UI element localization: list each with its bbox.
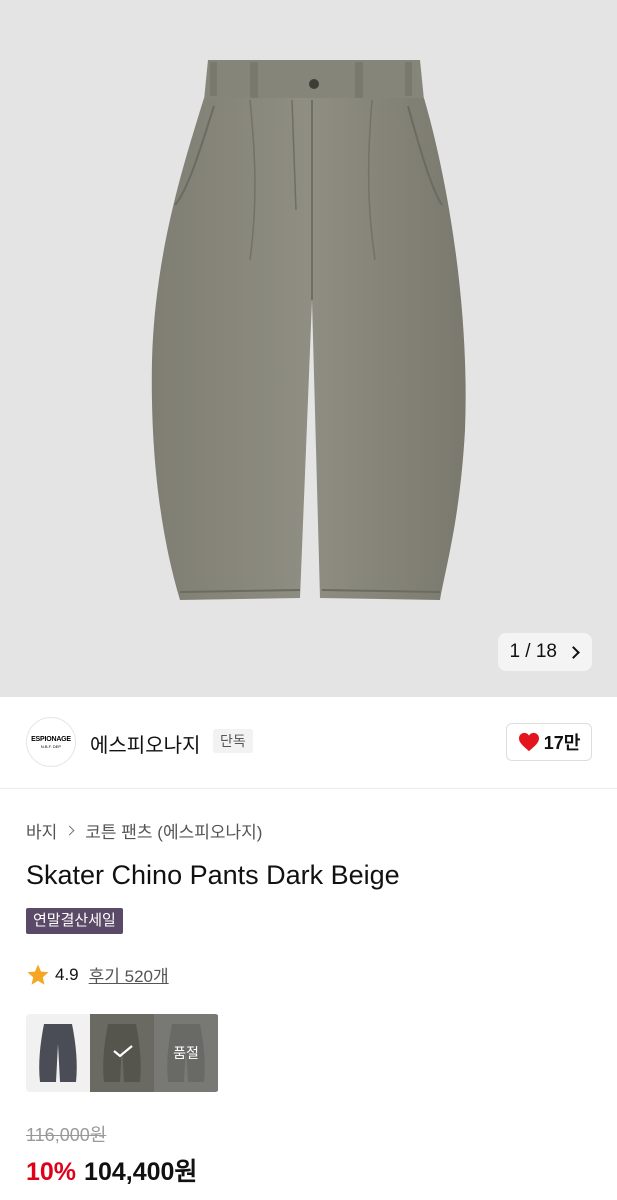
like-button[interactable]: 17만 bbox=[506, 723, 592, 761]
sale-price-row: 10% 104,400원 bbox=[26, 1152, 197, 1188]
product-image bbox=[151, 60, 466, 600]
breadcrumb-subcategory[interactable]: 코튼 팬츠 (에스피오나지) bbox=[85, 818, 262, 843]
brand-logo-text: ESPIONAGE bbox=[31, 735, 71, 743]
like-count: 17만 bbox=[543, 733, 581, 753]
product-image-gallery[interactable]: 1 / 18 bbox=[0, 0, 617, 697]
brand-logo-subtext: N.B.F. DEP bbox=[40, 743, 62, 749]
image-counter-separator: / bbox=[525, 641, 531, 662]
star-icon bbox=[27, 964, 49, 985]
exclusive-badge: 단독 bbox=[213, 729, 253, 753]
brand-logo[interactable]: ESPIONAGE N.B.F. DEP bbox=[26, 717, 76, 767]
color-options: 품절 bbox=[26, 1014, 219, 1092]
sale-price: 104,400원 bbox=[84, 1158, 198, 1186]
color-option-charcoal[interactable] bbox=[26, 1014, 90, 1092]
check-icon bbox=[113, 1045, 133, 1058]
image-index: 1 bbox=[509, 641, 521, 662]
breadcrumb: 바지 코튼 팬츠 (에스피오나지) bbox=[26, 818, 262, 843]
image-total: 18 bbox=[535, 641, 557, 662]
color-option-dark-beige[interactable] bbox=[90, 1014, 154, 1092]
image-counter[interactable]: 1 / 18 bbox=[498, 633, 592, 671]
breadcrumb-category[interactable]: 바지 bbox=[26, 818, 57, 843]
reviews-link[interactable]: 후기 520개 bbox=[89, 962, 169, 987]
brand-row: ESPIONAGE N.B.F. DEP 에스피오나지 단독 17만 bbox=[0, 697, 617, 789]
sold-out-label: 품절 bbox=[173, 1045, 199, 1061]
sale-badge: 연말결산세일 bbox=[26, 908, 123, 934]
heart-icon bbox=[518, 732, 539, 752]
swatch-image bbox=[39, 1024, 77, 1082]
sold-out-overlay: 품절 bbox=[154, 1014, 218, 1092]
chevron-right-icon bbox=[567, 645, 580, 659]
product-title: Skater Chino Pants Dark Beige bbox=[26, 860, 400, 890]
rating-score: 4.9 bbox=[55, 964, 79, 984]
chevron-right-icon bbox=[64, 825, 75, 836]
original-price: 116,000원 bbox=[26, 1125, 107, 1145]
rating-row: 4.9 후기 520개 bbox=[26, 962, 169, 987]
brand-name[interactable]: 에스피오나지 bbox=[90, 729, 200, 758]
discount-rate: 10% bbox=[26, 1158, 77, 1186]
color-option-khaki[interactable]: 품절 bbox=[154, 1014, 218, 1092]
